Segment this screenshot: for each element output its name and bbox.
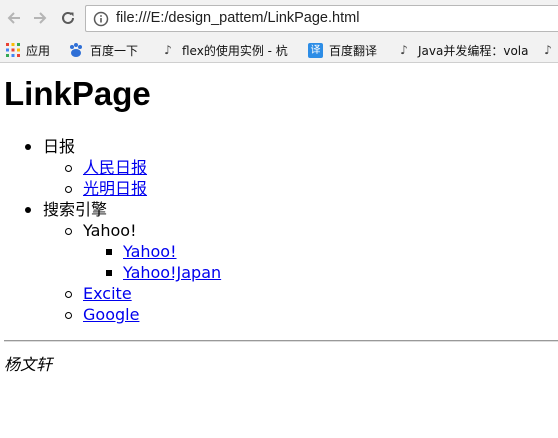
bookmarks-bar: 应用 百度一下 ♪ flex的使用实例 - 杭 译 百度翻译 ♪ Java并发编…: [0, 37, 558, 63]
info-icon[interactable]: [93, 11, 109, 31]
browser-toolbar: file:///E:/design_pattem/LinkPage.html: [0, 0, 558, 37]
translate-icon: 译: [308, 42, 323, 58]
list-item: Yahoo!Japan: [123, 262, 221, 283]
tray-caption-daily: 日报: [43, 137, 76, 156]
disc-bullet: [25, 207, 31, 213]
bookmark-label: 百度翻译: [329, 43, 378, 58]
square-bullet: [106, 270, 112, 276]
forward-button[interactable]: [30, 8, 50, 28]
circle-bullet: [65, 228, 72, 235]
link-renmin-ribao[interactable]: 人民日报: [83, 158, 147, 177]
list-item: Excite: [83, 283, 132, 304]
circle-bullet: [65, 312, 72, 319]
bookmark-site-icon: ♪: [400, 43, 408, 57]
link-yahoo[interactable]: Yahoo!: [123, 242, 177, 261]
disc-bullet: [25, 144, 31, 150]
bookmark-java[interactable]: ♪ Java并发编程：vola: [396, 40, 528, 60]
bookmark-label: 百度一下: [90, 43, 139, 58]
author-name: 杨文轩: [4, 355, 53, 374]
circle-bullet: [65, 186, 72, 193]
address-bar[interactable]: file:///E:/design_pattem/LinkPage.html: [85, 5, 558, 32]
divider: [4, 340, 558, 342]
bookmark-site-icon: ♪: [164, 43, 172, 57]
bookmark-overflow[interactable]: ♪: [540, 40, 558, 60]
url-text[interactable]: file:///E:/design_pattem/LinkPage.html: [116, 10, 359, 26]
bookmark-apps[interactable]: 应用: [6, 40, 50, 60]
square-bullet: [106, 249, 112, 255]
subtray-caption-yahoo: Yahoo!: [83, 221, 137, 240]
bookmark-baidu[interactable]: 百度一下: [68, 40, 138, 60]
bookmark-label: Java并发编程：vola: [418, 43, 529, 58]
tray-caption-search: 搜索引擎: [43, 200, 108, 219]
link-yahoo-japan[interactable]: Yahoo!Japan: [123, 263, 221, 282]
link-guangming-ribao[interactable]: 光明日报: [83, 179, 147, 198]
reload-icon: [62, 11, 74, 24]
bookmark-label: flex的使用实例 - 杭: [182, 43, 288, 58]
forward-arrow-icon: [34, 12, 47, 24]
reload-button[interactable]: [58, 8, 78, 28]
bookmark-label: 应用: [26, 43, 51, 58]
bookmark-site-icon: ♪: [544, 43, 552, 57]
apps-grid-icon: [6, 43, 20, 57]
list-item: 光明日报: [83, 178, 147, 199]
baidu-paw-icon: [68, 42, 84, 58]
back-button[interactable]: [4, 8, 24, 28]
circle-bullet: [65, 291, 72, 298]
list-item: Google: [83, 304, 139, 325]
page-title: LinkPage: [4, 75, 151, 112]
back-arrow-icon: [7, 12, 20, 24]
link-google[interactable]: Google: [83, 305, 139, 324]
circle-bullet: [65, 165, 72, 172]
bookmark-baidu-translate[interactable]: 译 百度翻译: [308, 40, 377, 60]
list-item: 人民日报: [83, 157, 147, 178]
link-excite[interactable]: Excite: [83, 284, 132, 303]
list-item: Yahoo!: [123, 241, 177, 262]
bookmark-flex[interactable]: ♪ flex的使用实例 - 杭: [160, 40, 288, 60]
